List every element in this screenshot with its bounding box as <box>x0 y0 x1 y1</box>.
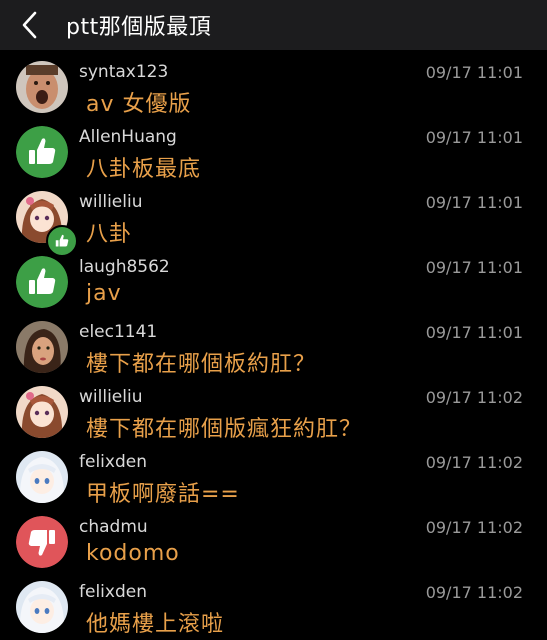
comment-row[interactable]: laugh8562 09/17 11:01 jav <box>0 245 547 310</box>
photo-woman-icon <box>16 321 68 373</box>
comment-row[interactable]: syntax123 09/17 11:01 av 女優版 <box>0 50 547 117</box>
thumbs-down-icon <box>16 516 68 568</box>
comment-row[interactable]: AllenHuang 09/17 11:01 八卦板最底 <box>0 115 547 182</box>
comment-row[interactable]: willieliu 09/17 11:01 八卦 <box>0 180 547 257</box>
comment-text: jav <box>86 281 122 306</box>
timestamp: 09/17 11:02 <box>425 453 523 472</box>
app-header: ptt那個版最頂 <box>0 0 547 50</box>
avatar[interactable] <box>16 61 68 113</box>
username[interactable]: laugh8562 <box>79 257 170 277</box>
chevron-left-icon <box>22 11 37 39</box>
back-button[interactable] <box>0 0 60 50</box>
username[interactable]: felixden <box>79 452 147 472</box>
timestamp: 09/17 11:01 <box>425 63 523 82</box>
avatar[interactable] <box>16 386 68 438</box>
comment-text: 甲板啊廢話== <box>86 482 240 507</box>
comment-text: av 女優版 <box>86 92 192 117</box>
comment-text: 八卦 <box>86 222 133 247</box>
comment-row[interactable]: felixden 09/17 11:02 他媽樓上滾啦 <box>0 570 547 637</box>
timestamp: 09/17 11:01 <box>425 128 523 147</box>
thumbs-up-icon <box>16 126 68 178</box>
comment-text: 樓下都在哪個板約肛？ <box>86 352 317 377</box>
comment-row[interactable]: elec1141 09/17 11:01 樓下都在哪個板約肛？ <box>0 310 547 377</box>
anime-white-hair-icon <box>16 581 68 633</box>
avatar[interactable] <box>16 516 68 568</box>
username[interactable]: chadmu <box>79 517 148 537</box>
comment-row[interactable]: willieliu 09/17 11:02 樓下都在哪個版瘋狂約肛？ <box>0 375 547 442</box>
comment-row[interactable]: felixden 09/17 11:02 甲板啊廢話== <box>0 440 547 507</box>
anime-white-hair-icon <box>16 451 68 503</box>
page-title: ptt那個版最頂 <box>66 15 212 40</box>
avatar[interactable] <box>16 581 68 633</box>
comment-list: syntax123 09/17 11:01 av 女優版 AllenHuang … <box>0 50 547 637</box>
timestamp: 09/17 11:02 <box>425 583 523 602</box>
comment-text: 他媽樓上滾啦 <box>86 612 225 637</box>
comment-row[interactable]: chadmu 09/17 11:02 kodomo <box>0 505 547 570</box>
timestamp: 09/17 11:02 <box>425 388 523 407</box>
username[interactable]: willieliu <box>79 192 142 212</box>
timestamp: 09/17 11:01 <box>425 193 523 212</box>
anime-girl-icon <box>16 386 68 438</box>
comment-text: 八卦板最底 <box>86 157 202 182</box>
avatar[interactable] <box>16 321 68 373</box>
username[interactable]: AllenHuang <box>79 127 177 147</box>
timestamp: 09/17 11:02 <box>425 518 523 537</box>
username[interactable]: willieliu <box>79 387 142 407</box>
avatar[interactable] <box>16 126 68 178</box>
avatar[interactable] <box>16 256 68 308</box>
thumbs-up-icon <box>16 256 68 308</box>
avatar[interactable] <box>16 451 68 503</box>
photo-man-icon <box>16 61 68 113</box>
timestamp: 09/17 11:01 <box>425 258 523 277</box>
comment-text: 樓下都在哪個版瘋狂約肛？ <box>86 417 363 442</box>
timestamp: 09/17 11:01 <box>425 323 523 342</box>
username[interactable]: syntax123 <box>79 62 168 82</box>
comment-text: kodomo <box>86 541 180 566</box>
username[interactable]: felixden <box>79 582 147 602</box>
username[interactable]: elec1141 <box>79 322 157 342</box>
